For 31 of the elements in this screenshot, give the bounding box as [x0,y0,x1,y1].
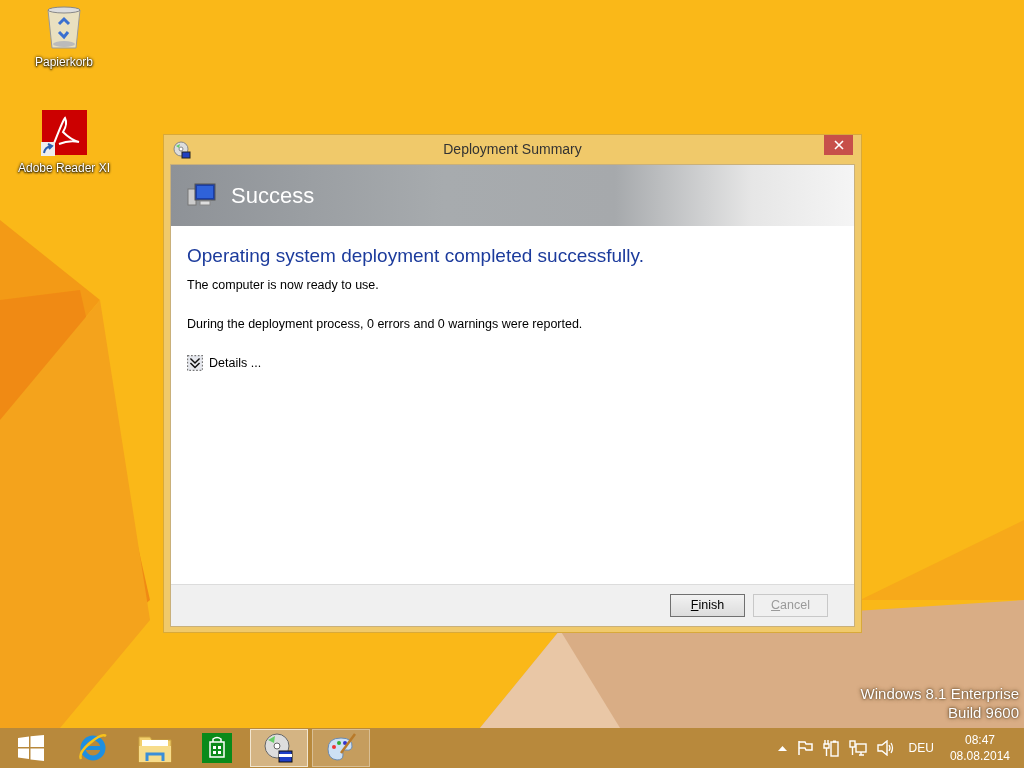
status-message: The computer is now ready to use. [187,277,379,294]
result-heading: Operating system deployment completed successfully. [187,244,644,268]
folder-icon [138,733,172,763]
computer-icon [187,182,217,209]
pdf-shortcut-icon[interactable] [41,110,87,156]
os-version-text: Windows 8.1 Enterprise [860,684,1019,703]
details-toggle[interactable]: Details ... [187,353,262,373]
speaker-icon[interactable] [876,740,895,756]
disc-icon [263,732,295,764]
store-icon [202,733,232,763]
battery-plug-icon[interactable] [822,739,839,757]
close-button[interactable] [824,135,853,155]
desktop-icon-label[interactable]: Adobe Reader XI [17,159,111,177]
language-indicator[interactable]: DEU [908,739,934,757]
browser-icon [78,733,108,763]
flag-icon[interactable] [796,740,813,756]
palette-icon [325,733,357,763]
disc-icon [173,141,191,159]
show-hidden-icons-icon[interactable] [777,745,787,751]
network-icon[interactable] [848,739,867,757]
start-icon [18,735,44,761]
dialog-button[interactable]: Finish [670,594,745,617]
clock[interactable]: 08:47 08.08.2014 [949,732,1010,764]
chevron-icon [187,354,203,371]
recycle-bin-icon[interactable] [46,6,82,50]
banner-title: Success [231,182,315,210]
desktop-icon-label[interactable]: Papierkorb [35,53,93,71]
close-icon [833,140,844,150]
summary-message: During the deployment process, 0 errors and 0 warnings were reported. [187,315,583,333]
os-version-text: Build 9600 [948,703,1019,722]
window-title: Deployment Summary [442,140,583,159]
